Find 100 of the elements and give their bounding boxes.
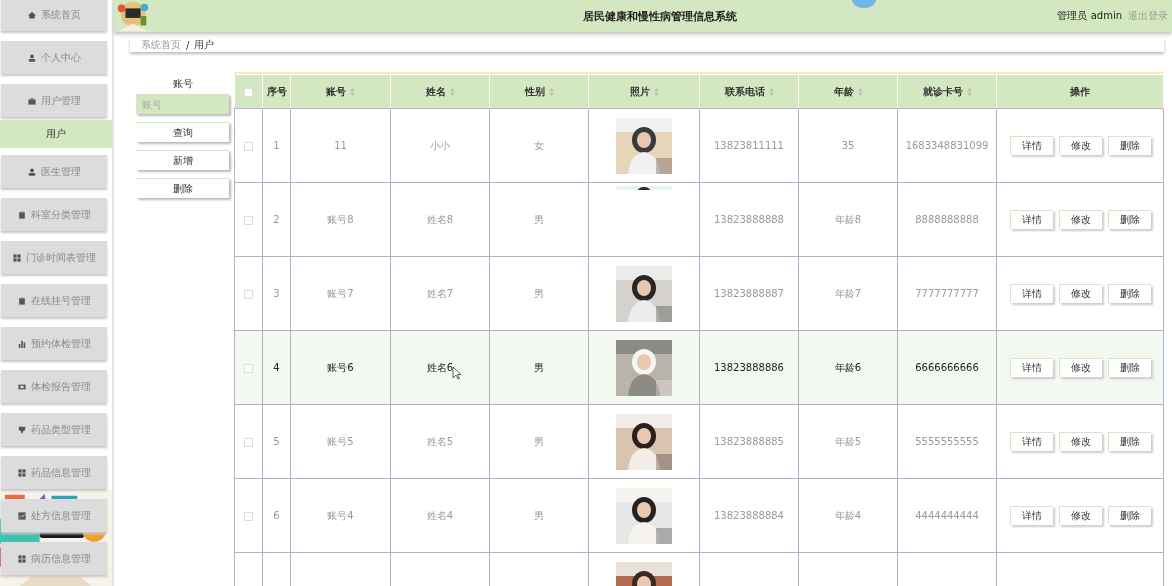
sort-icon[interactable] (350, 87, 355, 96)
table-cell: 35 (798, 108, 898, 183)
table-cell: 年龄6 (798, 330, 898, 405)
sidebar-item-label: 药品信息管理 (30, 465, 91, 480)
row-action-button[interactable]: 删除 (1107, 506, 1151, 525)
column-header: 年龄 (833, 84, 854, 99)
row-checkbox[interactable] (244, 215, 253, 225)
row-checkbox[interactable] (244, 141, 253, 151)
table-cell: 7777777777 (897, 256, 997, 331)
table-cell: 年龄8 (798, 182, 898, 257)
table-cell: 账号5 (290, 404, 391, 479)
grid-icon (17, 468, 26, 477)
row-action-button[interactable]: 详情 (1009, 358, 1053, 377)
row-action-button[interactable]: 删除 (1107, 358, 1151, 377)
grid-icon (17, 554, 26, 563)
table-cell: 女 (489, 108, 589, 183)
user-role: 管理员 admin (1057, 9, 1122, 23)
sort-icon[interactable] (768, 87, 774, 96)
user-icon (27, 53, 36, 62)
row-action-button[interactable]: 修改 (1058, 358, 1102, 377)
sidebar-item-label: 在线挂号管理 (30, 293, 91, 308)
breadcrumb-separator: / (186, 39, 190, 51)
row-action-button[interactable]: 删除 (1107, 136, 1151, 155)
row-checkbox[interactable] (244, 511, 253, 521)
table-cell: 姓名7 (390, 256, 490, 331)
row-action-button[interactable]: 修改 (1058, 432, 1102, 451)
sidebar-item-label: 个人中心 (40, 50, 81, 65)
table-cell: 姓名4 (390, 478, 490, 553)
sidebar-subitem[interactable]: 用户 (0, 120, 112, 148)
sidebar-item-label: 预约体检管理 (30, 336, 91, 351)
sidebar-item-label: 系统首页 (40, 7, 81, 22)
home-icon (27, 10, 36, 19)
briefcase-icon (27, 96, 36, 105)
table-cell: 男 (489, 182, 589, 257)
table-cell: 13823888885 (699, 404, 799, 479)
grid-icon (12, 253, 21, 262)
row-action-button[interactable]: 修改 (1058, 210, 1102, 229)
sort-icon[interactable] (548, 87, 554, 96)
row-action-button[interactable]: 修改 (1058, 136, 1102, 155)
sidebar-item-label: 体检报告管理 (30, 379, 91, 394)
table-cell: 4444444444 (897, 478, 997, 553)
sort-icon[interactable] (966, 87, 972, 96)
table-cell: 男 (489, 330, 589, 405)
table-cell: 4 (262, 330, 291, 405)
row-action-button[interactable]: 修改 (1058, 284, 1102, 303)
table-cell: 小小 (390, 108, 490, 183)
field-label: 账号 (171, 77, 194, 91)
cursor-icon (452, 366, 462, 380)
table-cell: 账号6 (290, 330, 391, 405)
row-action-button[interactable]: 详情 (1009, 136, 1053, 155)
action-button[interactable]: 删除 (136, 178, 229, 198)
table-cell: 账号8 (290, 182, 391, 257)
table-cell: 1 (262, 108, 291, 183)
row-checkbox[interactable] (244, 363, 253, 373)
column-header: 账号 (326, 84, 346, 99)
column-header: 照片 (629, 84, 650, 99)
row-action-button[interactable]: 详情 (1009, 284, 1053, 303)
table-cell: 13823811111 (699, 108, 799, 183)
table-cell: 6666666666 (897, 330, 997, 405)
sort-icon[interactable] (857, 87, 863, 96)
row-action-button[interactable]: 详情 (1009, 210, 1053, 229)
clipboard-icon (17, 210, 26, 219)
table-cell: 5555555555 (897, 404, 997, 479)
table-cell: 13823888884 (699, 478, 799, 553)
row-checkbox[interactable] (244, 437, 253, 447)
table-cell: 姓名5 (390, 404, 490, 479)
table-cell: 5 (262, 404, 291, 479)
user-icon (27, 167, 36, 176)
table-cell: 年龄5 (798, 404, 898, 479)
table-cell: 姓名6 (390, 330, 490, 405)
table-cell: 男 (489, 256, 589, 331)
column-header: 联系电话 (724, 84, 765, 99)
breadcrumb-item[interactable]: 用户 (194, 38, 215, 52)
table-cell: 8888888888 (897, 182, 997, 257)
table-cell: 1683348831099 (897, 108, 997, 183)
table-cell: 姓名8 (390, 182, 490, 257)
action-button[interactable]: 查询 (136, 122, 229, 142)
table-cell: 11 (290, 108, 391, 183)
select-all-checkbox[interactable] (244, 87, 253, 97)
action-button[interactable]: 新增 (136, 150, 229, 170)
row-action-button[interactable]: 删除 (1107, 210, 1151, 229)
row-action-button[interactable]: 删除 (1107, 284, 1151, 303)
column-header: 姓名 (425, 84, 446, 99)
table-cell: 6 (262, 478, 291, 553)
row-action-button[interactable]: 详情 (1009, 432, 1053, 451)
table-cell: 13823888888 (699, 182, 799, 257)
table-cell: 年龄4 (798, 478, 898, 553)
bar-chart-icon (17, 339, 26, 348)
sidebar-item-label: 科室分类管理 (30, 207, 91, 222)
sidebar-item-label: 处方信息管理 (30, 508, 91, 523)
column-header: 序号 (266, 84, 287, 99)
sort-icon[interactable] (653, 87, 659, 96)
table-cell: 3 (262, 256, 291, 331)
sort-icon[interactable] (449, 87, 455, 96)
row-action-button[interactable]: 修改 (1058, 506, 1102, 525)
sidebar-item-label: 用户管理 (40, 93, 81, 108)
row-checkbox[interactable] (244, 289, 253, 299)
row-action-button[interactable]: 详情 (1009, 506, 1053, 525)
row-action-button[interactable]: 删除 (1107, 432, 1151, 451)
table-cell: 年龄7 (798, 256, 898, 331)
